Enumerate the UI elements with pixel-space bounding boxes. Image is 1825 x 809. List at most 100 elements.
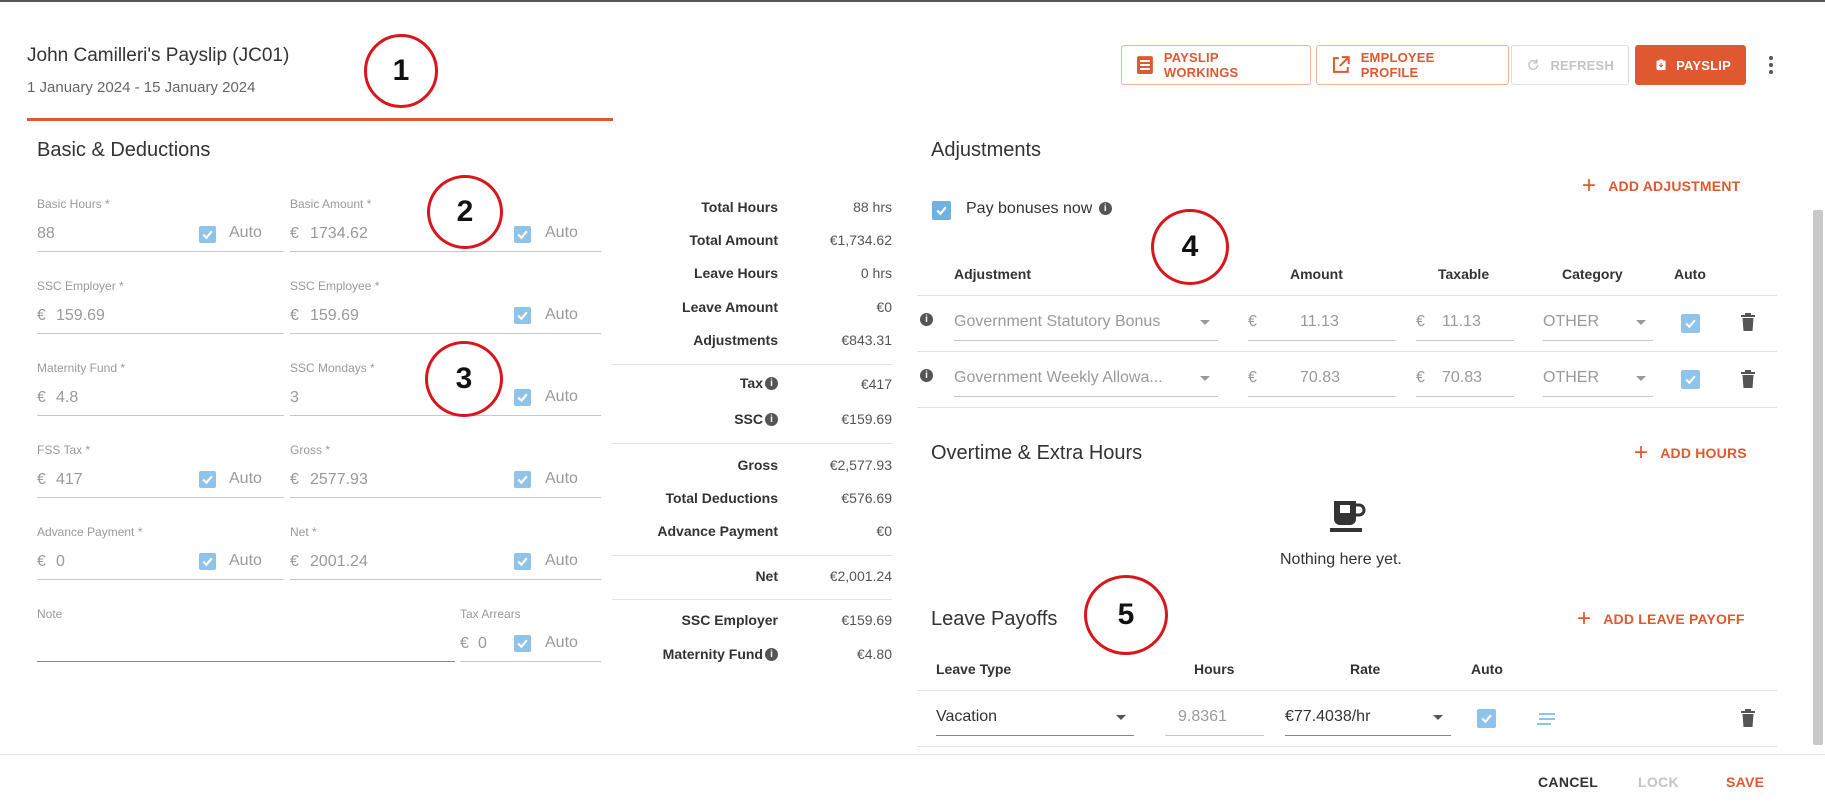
leave-auto-checkbox[interactable] [1477, 709, 1496, 728]
ssc-mondays-auto-checkbox[interactable] [514, 389, 531, 406]
delete-icon[interactable] [1740, 370, 1756, 388]
lock-button[interactable]: LOCK [1638, 774, 1679, 790]
adjustment-select[interactable]: Government Weekly Allowa... [954, 369, 1163, 387]
tax-arrears-auto-checkbox[interactable] [514, 635, 531, 652]
basic-amount-auto-checkbox[interactable] [514, 226, 531, 243]
maternity-fund-field[interactable]: 4.8 [56, 389, 78, 407]
summary-divider [612, 599, 892, 600]
info-icon[interactable]: i [1098, 202, 1112, 215]
gross-label: Gross * [290, 443, 331, 457]
notes-icon[interactable] [1537, 712, 1557, 726]
summary-leave-amount-value: €0 [876, 299, 892, 315]
leave-rate-select[interactable]: €77.4038/hr [1285, 708, 1370, 726]
leave-type-select[interactable]: Vacation [936, 708, 997, 726]
currency-symbol: € [290, 307, 299, 324]
ssc-employer-field[interactable]: 159.69 [56, 307, 105, 325]
summary-leave-hours-label: Leave Hours [693, 265, 778, 281]
chevron-down-icon [1200, 320, 1210, 325]
adjustment-select[interactable]: Government Statutory Bonus [954, 313, 1160, 331]
callout-1: 1 [364, 34, 438, 108]
fss-tax-auto-checkbox[interactable] [199, 471, 216, 488]
auto-label: Auto [545, 306, 578, 323]
col-adjustment: Adjustment [954, 266, 1031, 282]
adjustment-auto-checkbox[interactable] [1681, 370, 1700, 389]
advance-payment-label: Advance Payment * [37, 525, 143, 539]
fss-tax-field[interactable]: 417 [56, 471, 83, 489]
summary-ssc-label: SSC [734, 411, 763, 427]
adjustment-amount-field[interactable]: 70.83 [1300, 369, 1340, 387]
advance-payment-field[interactable]: 0 [56, 553, 65, 571]
currency-symbol: € [1416, 313, 1425, 330]
info-icon[interactable]: i [920, 369, 933, 382]
callout-2: 2 [427, 175, 503, 249]
field-underline [37, 415, 284, 416]
category-select[interactable]: OTHER [1543, 369, 1599, 387]
ssc-employee-auto-checkbox[interactable] [514, 307, 531, 324]
delete-icon[interactable] [1740, 313, 1756, 331]
table-divider [917, 690, 1777, 691]
summary-tax-label: Tax [739, 375, 763, 391]
callout-5: 5 [1084, 575, 1168, 655]
summary-ssc-employer-label: SSC Employer [681, 612, 778, 628]
add-leave-payoff-button[interactable]: + ADD LEAVE PAYOFF [1577, 607, 1745, 631]
save-button[interactable]: SAVE [1726, 774, 1764, 790]
cancel-button[interactable]: CANCEL [1538, 774, 1598, 790]
refresh-label: REFRESH [1550, 57, 1614, 73]
advance-payment-auto-checkbox[interactable] [199, 553, 216, 570]
summary-leave-hours-value: 0 hrs [860, 265, 892, 281]
category-select[interactable]: OTHER [1543, 313, 1599, 331]
payslip-workings-button[interactable]: PAYSLIP WORKINGS [1121, 45, 1311, 85]
summary-maternity-fund-value: €4.80 [856, 646, 892, 662]
payslip-download-button[interactable]: PAYSLIP [1635, 45, 1746, 85]
add-adjustment-button[interactable]: + ADD ADJUSTMENT [1582, 174, 1740, 198]
info-icon[interactable]: i [765, 648, 778, 661]
add-leave-payoff-label: ADD LEAVE PAYOFF [1603, 611, 1745, 627]
gross-field[interactable]: 2577.93 [310, 471, 368, 489]
currency-symbol: € [37, 307, 46, 324]
add-hours-button[interactable]: + ADD HOURS [1634, 441, 1747, 465]
net-auto-checkbox[interactable] [514, 553, 531, 570]
ssc-employee-field[interactable]: 159.69 [310, 307, 359, 325]
refresh-button[interactable]: REFRESH [1511, 45, 1629, 85]
field-underline [1416, 396, 1514, 397]
field-underline [1248, 340, 1396, 341]
overtime-title: Overtime & Extra Hours [931, 442, 1143, 464]
col-taxable: Taxable [1438, 266, 1490, 282]
add-hours-label: ADD HOURS [1660, 445, 1747, 461]
info-icon[interactable]: i [765, 413, 778, 426]
info-icon[interactable]: i [765, 377, 778, 390]
basic-hours-auto-checkbox[interactable] [199, 226, 216, 243]
scrollbar[interactable] [1813, 210, 1823, 745]
more-options-icon[interactable] [1761, 45, 1781, 85]
field-underline [290, 497, 601, 498]
summary-total-deductions-value: €576.69 [841, 490, 892, 506]
currency-symbol: € [37, 389, 46, 406]
field-underline [954, 396, 1218, 397]
tax-arrears-field[interactable]: 0 [478, 635, 488, 653]
gross-auto-checkbox[interactable] [514, 471, 531, 488]
field-underline [1248, 396, 1396, 397]
adjustment-taxable-field[interactable]: 70.83 [1442, 369, 1482, 387]
net-field[interactable]: 2001.24 [310, 553, 368, 571]
summary-adjustments-label: Adjustments [693, 332, 778, 348]
ssc-mondays-field[interactable]: 3 [290, 389, 299, 407]
info-icon[interactable]: i [920, 313, 933, 326]
adjustment-auto-checkbox[interactable] [1681, 314, 1700, 333]
summary-total-hours-label: Total Hours [701, 199, 778, 215]
summary-net-label: Net [755, 568, 778, 584]
summary-leave-amount-label: Leave Amount [682, 299, 778, 315]
note-field[interactable] [37, 635, 455, 655]
leave-hours-field[interactable]: 9.8361 [1178, 708, 1227, 726]
adjustment-taxable-field[interactable]: 11.13 [1442, 313, 1481, 331]
field-underline [1416, 340, 1514, 341]
adjustment-amount-field[interactable]: 11.13 [1300, 313, 1339, 331]
basic-amount-field[interactable]: 1734.62 [310, 225, 368, 243]
window-top-edge [0, 0, 1825, 2]
summary-divider [612, 364, 892, 365]
delete-icon[interactable] [1740, 709, 1756, 727]
pay-bonuses-checkbox[interactable] [932, 201, 951, 220]
employee-profile-button[interactable]: EMPLOYEE PROFILE [1316, 45, 1509, 85]
summary-divider [612, 443, 892, 444]
basic-hours-field[interactable]: 88 [37, 225, 55, 243]
col-leave-auto: Auto [1471, 661, 1503, 677]
